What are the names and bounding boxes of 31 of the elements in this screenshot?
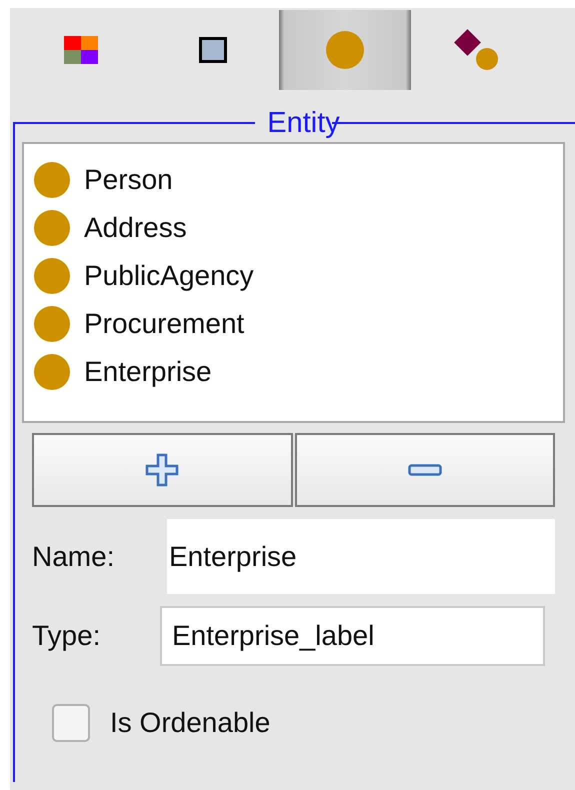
entity-label: Person (84, 164, 173, 196)
circle-icon (34, 306, 70, 342)
circle-icon (34, 210, 70, 246)
circle-icon (34, 258, 70, 294)
entity-item[interactable]: Procurement (34, 300, 563, 348)
name-field[interactable]: Enterprise (167, 519, 555, 594)
square-icon (199, 37, 227, 63)
entity-item[interactable]: PublicAgency (34, 252, 563, 300)
entity-label: Enterprise (84, 356, 212, 388)
circle-icon (34, 162, 70, 198)
entity-label: PublicAgency (84, 260, 254, 292)
name-label: Name: (32, 540, 116, 572)
panel-title: Entity (266, 108, 341, 138)
entity-item[interactable]: Enterprise (34, 348, 563, 396)
entity-item[interactable]: Address (34, 204, 563, 252)
circle-icon (325, 30, 365, 70)
entity-label: Procurement (84, 308, 244, 340)
color-grid-icon (64, 36, 98, 64)
add-button[interactable] (32, 433, 292, 507)
ordenable-checkbox[interactable] (52, 704, 90, 742)
type-label: Type: (32, 620, 102, 652)
remove-button[interactable] (294, 433, 555, 507)
plus-icon (145, 453, 180, 487)
type-field[interactable]: Enterprise_label (160, 606, 545, 666)
entity-label: Address (84, 212, 187, 244)
circle-icon (34, 354, 70, 390)
ordenable-label: Is Ordenable (110, 707, 270, 739)
entity-item[interactable]: Person (34, 156, 563, 204)
minus-icon (408, 464, 442, 476)
toolbar-toggle[interactable] (279, 10, 411, 90)
diamond-and-circle-icon (454, 29, 500, 71)
